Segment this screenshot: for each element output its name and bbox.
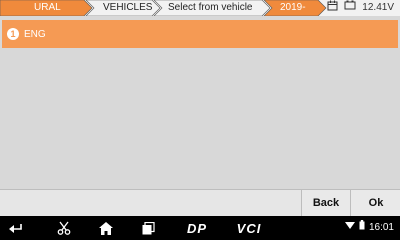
back-arrow-icon[interactable] [6,216,26,240]
vci-icon[interactable]: VCI [232,216,266,240]
breadcrumb-ural[interactable]: URAL [34,0,61,16]
battery-icon [344,0,356,16]
vci-label: VCI [236,220,262,236]
clock: 16:01 [368,222,394,233]
scissors-icon[interactable] [54,216,74,240]
action-bar: Back Ok [0,189,400,216]
back-button[interactable]: Back [301,190,350,216]
battery-level-icon [359,216,365,240]
list-item-index: 1 [7,28,19,40]
dp-icon[interactable]: DP [180,216,214,240]
recent-apps-icon[interactable] [138,216,158,240]
wifi-icon [344,216,355,240]
dp-label: DP [186,220,208,236]
breadcrumb-select-from-vehicle[interactable]: Select from vehicle [168,0,252,16]
status-area: 12.41V [327,0,394,16]
breadcrumb-bar: URAL VEHICLES Select from vehicle 2019- … [0,0,400,16]
calendar-icon [327,0,338,17]
home-icon[interactable] [96,216,116,240]
breadcrumb-year[interactable]: 2019- [280,0,306,16]
system-status: 16:01 [344,216,394,240]
ok-button[interactable]: Ok [350,190,400,216]
list-item[interactable]: 1 ENG [2,20,398,48]
breadcrumb-vehicles[interactable]: VEHICLES [103,0,152,16]
voltage-readout: 12.41V [362,2,394,13]
system-navbar: DP VCI 16:01 [0,216,400,240]
list-item-label: ENG [24,28,46,40]
